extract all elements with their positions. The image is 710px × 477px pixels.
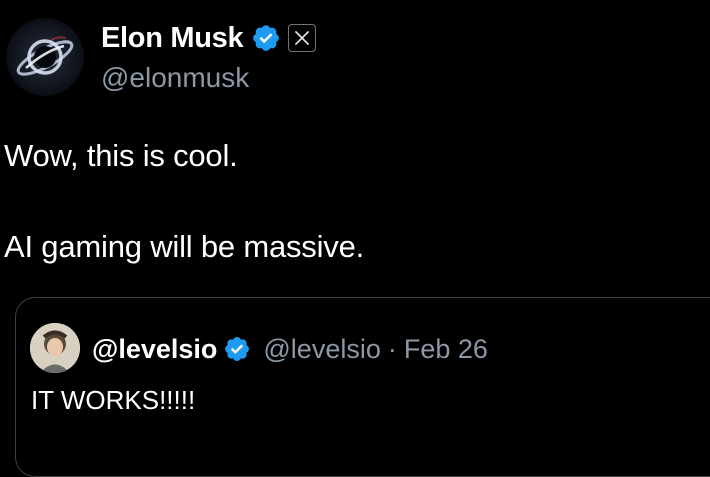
author-avatar[interactable] bbox=[6, 18, 84, 96]
quoted-date[interactable]: Feb 26 bbox=[404, 334, 488, 365]
quoted-display-name[interactable]: @levelsio bbox=[92, 334, 217, 365]
black-hole-avatar-image bbox=[6, 18, 84, 96]
author-handle[interactable]: @elonmusk bbox=[101, 62, 249, 94]
quoted-separator: · bbox=[387, 333, 397, 364]
quoted-author-avatar[interactable] bbox=[30, 323, 80, 373]
tweet[interactable]: Elon Musk @elonmusk Wow, this is cool. A… bbox=[0, 0, 710, 477]
author-name-row: Elon Musk bbox=[101, 20, 317, 56]
verified-badge-icon bbox=[253, 25, 280, 51]
quoted-avatar-image bbox=[30, 323, 80, 373]
quoted-tweet-text: IT WORKS!!!!! bbox=[31, 385, 196, 415]
x-affiliate-badge[interactable] bbox=[288, 24, 317, 52]
quoted-handle[interactable]: @levelsio bbox=[263, 334, 380, 365]
tweet-text-line-2: AI gaming will be massive. bbox=[4, 229, 365, 264]
author-display-name[interactable]: Elon Musk bbox=[101, 22, 244, 55]
tweet-text-line-1: Wow, this is cool. bbox=[4, 138, 238, 173]
quoted-tweet-header: @levelsio @levelsio · Feb 26 bbox=[92, 331, 488, 367]
quoted-verified-badge-icon bbox=[225, 337, 250, 361]
x-logo-icon bbox=[295, 30, 310, 46]
